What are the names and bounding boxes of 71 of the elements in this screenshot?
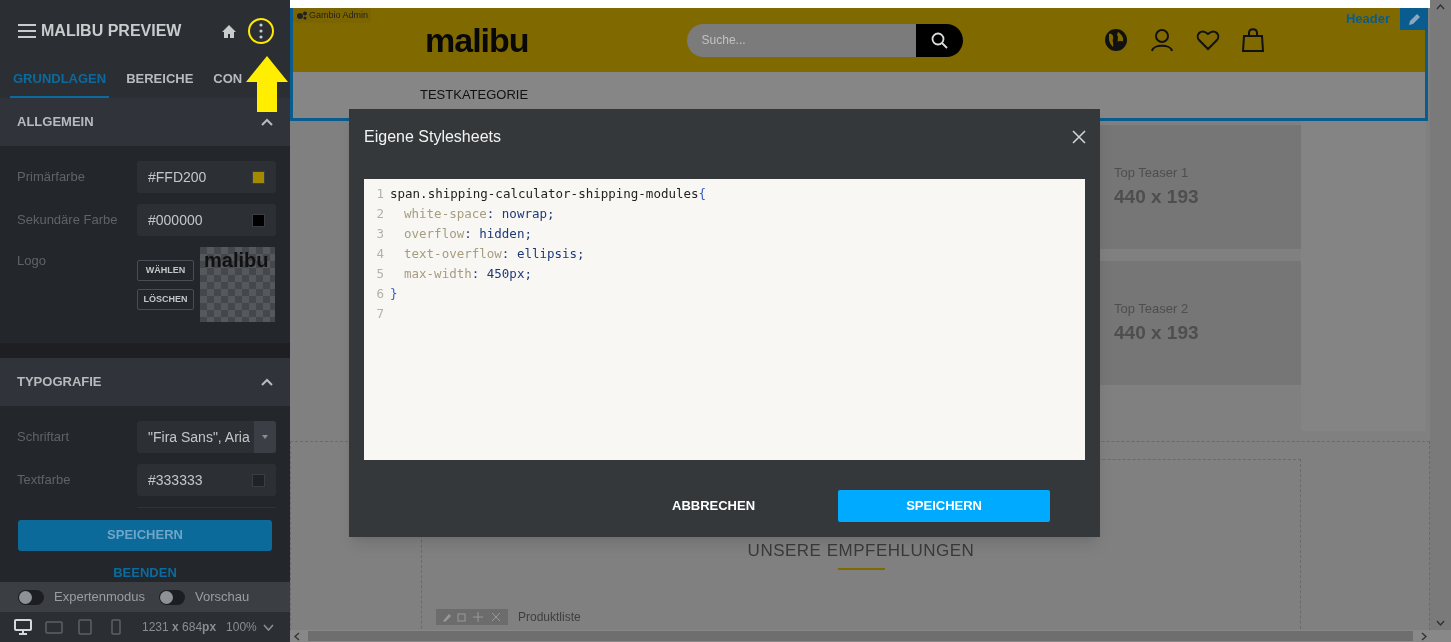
section-title: TYPOGRAFIE: [17, 373, 102, 392]
nav-link[interactable]: TESTKATEGORIE: [420, 85, 529, 105]
color-field[interactable]: #000000: [137, 204, 276, 236]
color-field[interactable]: #333333: [137, 464, 276, 496]
more-options-icon[interactable]: [247, 17, 275, 45]
code-line: white-space: nowrap;: [403, 204, 555, 223]
field-label: Schriftart: [17, 428, 70, 446]
line-number: 4: [375, 244, 385, 263]
scroll-down-icon[interactable]: [1436, 620, 1445, 626]
section-title: ALLGEMEIN: [17, 113, 94, 132]
home-icon[interactable]: [221, 23, 237, 39]
search-icon: [930, 31, 948, 49]
logo-button[interactable]: LÖSCHEN: [137, 289, 194, 310]
field-label: Sekundäre Farbe: [17, 211, 119, 229]
zoom-dropdown[interactable]: 100%: [226, 618, 274, 636]
vertical-scrollbar[interactable]: [1430, 0, 1451, 630]
code-line: overflow: hidden;: [403, 224, 532, 243]
code-line: span.shipping-calculator-shipping-modules{: [390, 184, 707, 203]
select-field[interactable]: "Fira Sans", Aria: [137, 421, 276, 453]
search-button[interactable]: [915, 23, 963, 57]
module-label: Produktliste: [518, 609, 581, 626]
up-arrow-icon: [246, 56, 288, 112]
chevron-up-icon[interactable]: [261, 378, 273, 386]
section-heading: UNSERE EMPFEHLUNGEN: [747, 540, 975, 562]
scroll-right-icon[interactable]: [1421, 631, 1427, 641]
dialog-title: Eigene Stylesheets: [364, 126, 501, 147]
field-label: Textfarbe: [17, 471, 72, 489]
close-icon[interactable]: [1072, 129, 1086, 144]
chevron-up-icon[interactable]: [261, 118, 273, 126]
line-number: 3: [375, 224, 385, 243]
resolution-text: 1231 x 684px: [142, 619, 217, 636]
toggle-label: Expertenmodus: [54, 588, 146, 607]
section-label: Header: [1345, 10, 1390, 29]
chevron-down-icon: [262, 623, 274, 631]
caret-icon: [262, 435, 268, 439]
logo-button[interactable]: WÄHLEN: [137, 260, 194, 281]
line-number: 6: [375, 284, 385, 303]
code-line: text-overflow: ellipsis;: [403, 244, 585, 263]
line-number: 1: [375, 184, 385, 203]
shop-logo: malibu: [425, 19, 529, 61]
scroll-up-icon[interactable]: [1436, 4, 1445, 10]
user-icon[interactable]: [1149, 28, 1174, 52]
field-label: Primärfarbe: [17, 168, 86, 186]
heart-icon[interactable]: [1195, 29, 1220, 51]
desktop-icon[interactable]: [14, 619, 32, 635]
code-editor[interactable]: 1 span.shipping-calculator-shipping-modules{ 2 white-space: nowrap; 3 overflow: hidden; 4 text-overflow: ellipsis; 5 max-width: 450px; 6 } 7: [364, 179, 1085, 460]
color-field[interactable]: #FFD200: [137, 161, 276, 193]
logo-text: malibu: [204, 248, 269, 273]
menu-icon[interactable]: [17, 23, 37, 39]
line-number: 2: [375, 204, 385, 223]
toggle-switch[interactable]: [18, 589, 44, 605]
shopping-bag-icon[interactable]: [1241, 28, 1264, 52]
toggle-switch[interactable]: [159, 589, 186, 605]
app-title: MALIBU PREVIEW: [41, 21, 182, 41]
toggle-label: Vorschau: [195, 588, 250, 607]
gears-icon: [296, 11, 307, 20]
cancel-button[interactable]: ABBRECHEN: [671, 490, 757, 522]
search-field[interactable]: Suche...: [686, 23, 916, 57]
line-number: 5: [375, 264, 385, 283]
globe-icon[interactable]: [1103, 28, 1128, 52]
tab[interactable]: CON: [210, 62, 246, 98]
code-line: }: [390, 284, 398, 303]
code-line: max-width: 450px;: [403, 264, 532, 283]
pencil-icon: [1407, 12, 1421, 26]
line-number: 7: [375, 304, 385, 323]
horizontal-scrollbar[interactable]: [290, 630, 1451, 642]
scroll-left-icon[interactable]: [294, 631, 300, 641]
toolbar-icons-drawing: [442, 612, 502, 622]
edit-button[interactable]: [1400, 8, 1428, 30]
field-label: Logo: [17, 252, 47, 270]
tab[interactable]: BEREICHE: [123, 62, 197, 98]
